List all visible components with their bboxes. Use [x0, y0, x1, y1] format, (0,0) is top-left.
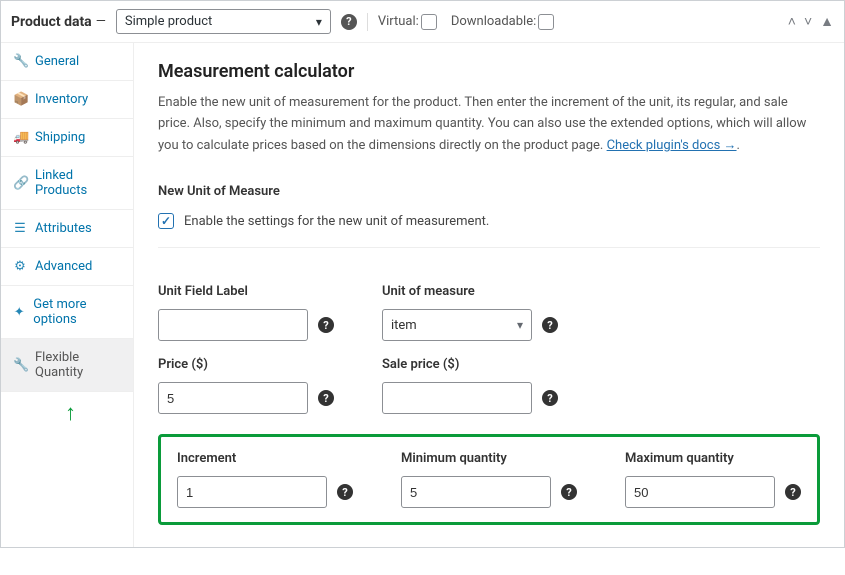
min-qty-input[interactable] — [401, 476, 551, 508]
virtual-checkbox[interactable] — [421, 14, 437, 30]
arrow-up-annotation-icon: ↑ — [65, 400, 133, 426]
help-icon[interactable]: ? — [337, 484, 353, 500]
content-heading: Measurement calculator — [158, 61, 820, 82]
sale-price-input[interactable] — [382, 382, 532, 414]
unit-label-input[interactable] — [158, 309, 308, 341]
field-label: Maximum quantity — [625, 451, 801, 466]
field-label: Increment — [177, 451, 353, 466]
increment-input[interactable] — [177, 476, 327, 508]
header-title: Product data — [11, 14, 92, 30]
sidebar-item-inventory[interactable]: 📦 Inventory — [1, 81, 133, 119]
enable-checkbox[interactable]: ✓ — [158, 213, 174, 229]
sidebar-item-linked[interactable]: 🔗 Linked Products — [1, 157, 133, 210]
wrench-icon: 🔧 — [13, 54, 27, 69]
sidebar-item-general[interactable]: 🔧 General — [1, 43, 133, 81]
field-label: Price ($) — [158, 357, 334, 372]
sidebar-item-label: Advanced — [35, 259, 92, 274]
max-qty-input[interactable] — [625, 476, 775, 508]
gear-icon: ⚙ — [13, 259, 27, 274]
help-icon[interactable]: ? — [542, 317, 558, 333]
product-data-panel: Product data — Simple product ▾ ? Virtua… — [0, 0, 845, 548]
collapse-icon[interactable]: ▲ — [820, 13, 834, 30]
chevron-down-icon: ▾ — [316, 15, 322, 29]
content-area: Measurement calculator Enable the new un… — [134, 43, 844, 547]
field-sale-price: Sale price ($) ? — [382, 357, 558, 414]
sidebar-item-label: Linked Products — [35, 168, 121, 198]
help-icon[interactable]: ? — [318, 317, 334, 333]
field-label: Unit Field Label — [158, 284, 334, 299]
unit-measure-select[interactable]: item ▾ — [382, 309, 532, 341]
sidebar-item-shipping[interactable]: 🚚 Shipping — [1, 119, 133, 157]
field-unit-label: Unit Field Label ? — [158, 284, 334, 341]
sidebar-item-label: Attributes — [35, 221, 92, 236]
sidebar-item-flexible-quantity[interactable]: 🔧 Flexible Quantity — [1, 339, 133, 392]
help-icon[interactable]: ? — [785, 484, 801, 500]
field-label: Unit of measure — [382, 284, 558, 299]
sidebar: 🔧 General 📦 Inventory 🚚 Shipping 🔗 Linke… — [1, 43, 134, 547]
fields-row-2: Price ($) ? Sale price ($) ? — [158, 341, 820, 414]
product-type-value: Simple product — [125, 14, 212, 29]
wrench-icon: 🔧 — [13, 358, 27, 373]
downloadable-checkbox[interactable] — [538, 14, 554, 30]
price-input[interactable] — [158, 382, 308, 414]
field-label: Minimum quantity — [401, 451, 577, 466]
sidebar-item-more[interactable]: ✦ Get more options — [1, 286, 133, 339]
enable-row: ✓ Enable the settings for the new unit o… — [158, 213, 820, 248]
virtual-label: Virtual: — [378, 14, 437, 30]
chevron-down-icon: ▾ — [517, 318, 523, 332]
truck-icon: 🚚 — [13, 130, 27, 145]
help-icon[interactable]: ? — [542, 390, 558, 406]
fields-row-1: Unit Field Label ? Unit of measure item … — [158, 268, 820, 341]
enable-label: Enable the settings for the new unit of … — [184, 214, 489, 229]
field-min-qty: Minimum quantity ? — [401, 451, 577, 508]
divider — [367, 13, 368, 31]
sidebar-item-label: Get more options — [33, 297, 121, 327]
link-icon: 🔗 — [13, 176, 27, 191]
highlighted-fields: Increment ? Minimum quantity ? Maximum q… — [158, 434, 820, 525]
sidebar-item-label: Inventory — [35, 92, 88, 107]
sparkle-icon: ✦ — [13, 305, 25, 320]
panel-header: Product data — Simple product ▾ ? Virtua… — [1, 1, 844, 43]
product-type-select[interactable]: Simple product ▾ — [116, 9, 331, 34]
panel-body: 🔧 General 📦 Inventory 🚚 Shipping 🔗 Linke… — [1, 43, 844, 547]
sidebar-item-advanced[interactable]: ⚙ Advanced — [1, 248, 133, 286]
field-price: Price ($) ? — [158, 357, 334, 414]
help-icon[interactable]: ? — [561, 484, 577, 500]
section-label: New Unit of Measure — [158, 184, 820, 199]
field-increment: Increment ? — [177, 451, 353, 508]
field-max-qty: Maximum quantity ? — [625, 451, 801, 508]
panel-controls: ˄ ˅ ▲ — [788, 13, 834, 30]
sidebar-item-label: General — [35, 54, 79, 69]
docs-link[interactable]: Check plugin's docs → — [607, 138, 737, 153]
move-up-icon[interactable]: ˄ — [788, 13, 796, 30]
sidebar-item-label: Flexible Quantity — [35, 350, 121, 380]
sidebar-item-attributes[interactable]: ☰ Attributes — [1, 210, 133, 248]
content-description: Enable the new unit of measurement for t… — [158, 92, 820, 156]
box-icon: 📦 — [13, 92, 27, 107]
help-icon[interactable]: ? — [318, 390, 334, 406]
field-label: Sale price ($) — [382, 357, 558, 372]
list-icon: ☰ — [13, 221, 27, 236]
move-down-icon[interactable]: ˅ — [804, 13, 812, 30]
field-unit-measure: Unit of measure item ▾ ? — [382, 284, 558, 341]
sidebar-item-label: Shipping — [35, 130, 85, 145]
downloadable-label: Downloadable: — [451, 14, 554, 30]
help-icon[interactable]: ? — [341, 14, 357, 30]
dash: — — [96, 14, 106, 29]
